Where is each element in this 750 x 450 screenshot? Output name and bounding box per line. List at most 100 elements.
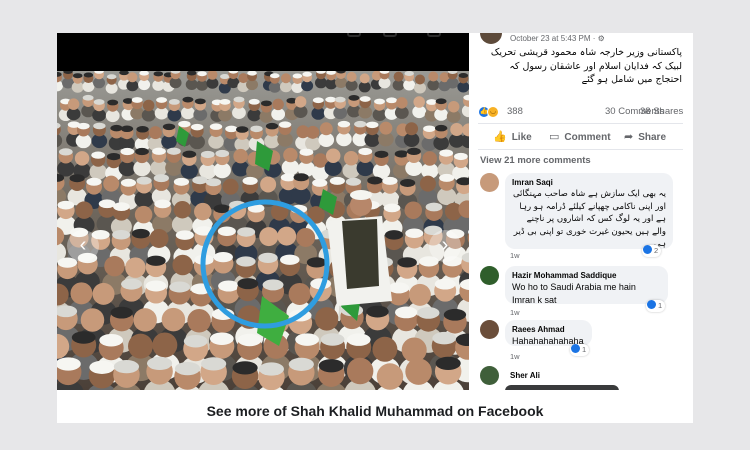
person-head — [92, 282, 115, 305]
person-head — [408, 283, 431, 306]
avatar[interactable] — [480, 266, 499, 285]
cap — [354, 120, 367, 128]
cap — [110, 306, 133, 319]
avatar[interactable] — [480, 320, 499, 339]
cap — [168, 99, 180, 105]
cap — [209, 332, 234, 345]
cap — [329, 176, 345, 185]
cap — [71, 331, 96, 344]
shares-count[interactable]: 38 Shares — [640, 106, 683, 117]
cap — [237, 227, 256, 237]
post-timestamp[interactable]: October 23 at 5:43 PM · ⚙ — [510, 33, 605, 44]
cap — [348, 94, 360, 101]
comment-bubble: Imran Saqi یہ بھی ایک سازش ہے شاہ صاحب م… — [505, 173, 673, 249]
cap — [280, 254, 300, 265]
see-more-banner[interactable]: See more of Shah Khalid Muhammad on Face… — [57, 390, 693, 423]
person-head — [222, 178, 239, 195]
cap — [200, 150, 215, 159]
cap — [384, 230, 404, 240]
comment-reaction-number: 1 — [658, 301, 663, 310]
like-reaction-icon — [571, 344, 580, 353]
comment-button[interactable]: ▭ Comment — [549, 130, 611, 143]
avatar[interactable] — [480, 173, 499, 192]
cap — [439, 173, 455, 182]
cap — [453, 152, 468, 161]
reaction-icons[interactable]: 👍 ◡ — [478, 105, 502, 119]
cap — [374, 98, 385, 105]
person-head — [133, 308, 157, 332]
comment-time[interactable]: 1w — [510, 251, 520, 260]
person-head — [319, 122, 333, 136]
chevron-left-icon[interactable]: ‹ — [67, 230, 99, 262]
cap — [417, 307, 440, 319]
photo-viewer[interactable]: ‹ › — [57, 33, 469, 390]
cap — [120, 125, 134, 133]
see-more-link[interactable]: See more of Shah Khalid Muhammad on Face… — [57, 403, 693, 419]
reaction-count[interactable]: 388 — [507, 106, 523, 117]
comment-author[interactable]: Raees Ahmad — [512, 324, 585, 335]
comment-time[interactable]: 1w — [510, 352, 520, 361]
person-head — [372, 336, 398, 362]
comment-author[interactable]: Hazir Mohammad Saddique — [512, 270, 661, 281]
cap — [152, 147, 166, 155]
cap — [382, 176, 398, 185]
comment-time[interactable]: 1w — [510, 308, 520, 317]
comment-reaction-count[interactable]: 1 — [646, 300, 666, 312]
cap — [334, 96, 346, 103]
avatar[interactable] — [480, 366, 499, 385]
divider — [478, 123, 683, 124]
share-button[interactable]: ➦ Share — [624, 130, 666, 143]
cap — [136, 176, 152, 185]
page-avatar[interactable] — [480, 33, 502, 44]
cap — [156, 97, 168, 103]
person-head — [128, 333, 154, 359]
cap — [260, 100, 272, 107]
cap — [217, 226, 236, 236]
cap — [236, 126, 249, 133]
cap — [136, 126, 149, 133]
cap — [135, 147, 149, 156]
cap — [262, 279, 284, 291]
cap — [173, 177, 190, 186]
person-head — [294, 96, 307, 108]
cap — [237, 333, 262, 347]
cap — [220, 74, 230, 80]
post-caption: پاکستانی وزیر خارجہ شاہ محمود قریشی تحری… — [490, 47, 682, 85]
comment-reaction-count[interactable]: 2 — [642, 245, 662, 257]
cap — [192, 176, 208, 185]
comment-author[interactable]: Sher Ali — [510, 370, 540, 381]
person-head — [125, 257, 146, 278]
cap — [83, 72, 94, 78]
cap — [265, 122, 279, 130]
person-head — [428, 71, 439, 82]
divider — [478, 149, 683, 150]
cap — [439, 149, 454, 157]
cap — [318, 359, 344, 373]
like-button[interactable]: 👍 Like — [493, 130, 532, 143]
person-head — [238, 73, 249, 84]
cap — [57, 200, 75, 210]
person-head — [103, 175, 120, 192]
cap — [146, 356, 173, 371]
post-header: October 23 at 5:43 PM · ⚙ — [480, 33, 680, 45]
person-head — [315, 307, 339, 331]
comment-reaction-count[interactable]: 1 — [570, 344, 590, 356]
cap — [383, 203, 401, 213]
view-more-comments-link[interactable]: View 21 more comments — [480, 155, 591, 166]
comment-bubble-icon: ▭ — [549, 131, 560, 143]
share-button-label: Share — [638, 132, 667, 143]
person-head — [343, 150, 359, 166]
cap — [153, 174, 169, 183]
cap — [162, 123, 176, 131]
cap — [435, 98, 447, 105]
comment-author[interactable]: Imran Saqi — [512, 177, 666, 188]
person-head — [272, 98, 284, 111]
person-head — [277, 226, 297, 246]
person-head — [359, 73, 370, 84]
person-head — [288, 282, 311, 305]
cap — [89, 360, 115, 374]
cap — [293, 173, 309, 182]
cap — [404, 71, 414, 77]
person-head — [401, 337, 427, 363]
chevron-right-icon[interactable]: › — [429, 230, 461, 262]
